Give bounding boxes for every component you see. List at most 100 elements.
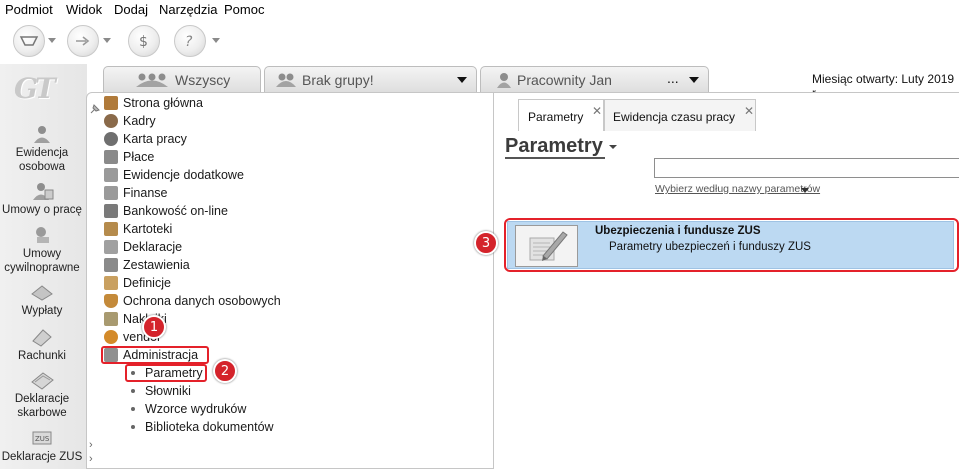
tree-item-karta-pracy[interactable]: Karta pracy: [104, 130, 187, 148]
chevron-right-icon[interactable]: ›: [89, 453, 93, 465]
declaration-icon: [104, 240, 118, 254]
tab-ewidencja-czasu-pracy[interactable]: Ewidencja czasu pracy ✕: [604, 99, 756, 131]
tree-label: Definicje: [123, 276, 171, 290]
group-icon: [276, 73, 296, 87]
bill-icon: [32, 329, 52, 347]
bank-icon: [104, 204, 118, 218]
help-dropdown-icon[interactable]: [212, 38, 220, 43]
tree-item-deklaracje[interactable]: Deklaracje: [104, 238, 182, 256]
menu-widok[interactable]: Widok: [66, 2, 102, 17]
tree-item-strona-glowna[interactable]: Strona główna: [104, 94, 203, 112]
menu-narzedzia[interactable]: Narzędzia: [159, 2, 218, 17]
tree-label: Strona główna: [123, 96, 203, 110]
tab-label: Brak grupy!: [302, 72, 374, 88]
tree-item-kadry[interactable]: Kadry: [104, 112, 156, 130]
close-icon[interactable]: ✕: [592, 104, 602, 118]
tab-label: Ewidencja czasu pracy: [613, 110, 736, 124]
tree-item-ewidencje-dodatkowe[interactable]: Ewidencje dodatkowe: [104, 166, 244, 184]
main-content: Parametry ✕ Ewidencja czasu pracy ✕ Para…: [474, 92, 959, 469]
finance-icon: [104, 186, 118, 200]
navigate-dropdown-icon[interactable]: [48, 38, 56, 43]
civil-contract-icon: [36, 227, 49, 243]
forward-dropdown-icon[interactable]: [103, 38, 111, 43]
tab-parametry[interactable]: Parametry ✕: [518, 99, 604, 131]
employee-more-button[interactable]: ...: [667, 70, 679, 86]
records-icon: [104, 168, 118, 182]
tree-item-ochrona-danych[interactable]: Ochrona danych osobowych: [104, 292, 281, 310]
nav-ewidencja-osobowa[interactable]: Ewidencja osobowa: [0, 124, 84, 174]
tree-label: Płace: [123, 150, 155, 164]
nav-deklaracje-zus[interactable]: ZUS Deklaracje ZUS: [0, 428, 84, 464]
menu-pomoc[interactable]: Pomoc: [224, 2, 264, 17]
tree-subitem-biblioteka-dokumentow[interactable]: Biblioteka dokumentów: [131, 418, 274, 436]
nav-label: Rachunki: [18, 350, 66, 362]
zus-icon: ZUS: [32, 431, 52, 445]
tree-item-place[interactable]: Płace: [104, 148, 154, 166]
nav-label: Deklaracje skarbowe: [14, 393, 70, 419]
chevron-down-icon[interactable]: [457, 77, 467, 83]
app-logo: GT: [14, 72, 56, 105]
search-input[interactable]: [654, 158, 959, 178]
nav-deklaracje-skarbowe[interactable]: Deklaracje skarbowe: [0, 370, 84, 420]
tab-label: Parametry: [528, 110, 584, 124]
tree-item-zestawienia[interactable]: Zestawienia: [104, 256, 190, 274]
nav-label: Wypłaty: [21, 305, 63, 317]
close-icon[interactable]: ✕: [744, 104, 754, 118]
navigate-icon[interactable]: [13, 25, 45, 57]
report-icon: [104, 258, 118, 272]
tree-label: Wzorce wydruków: [145, 402, 247, 416]
pin-icon[interactable]: [89, 103, 101, 115]
tab-label: Wszyscy: [175, 72, 231, 88]
tab-label: Pracownity Jan: [517, 72, 612, 88]
chevron-down-icon[interactable]: [801, 188, 809, 193]
sticker-icon: [104, 312, 118, 326]
left-navigation: GT Ewidencja osobowa Umowy o pracę Umowy…: [0, 64, 87, 469]
folder-icon: [104, 222, 118, 236]
tree-label: Karta pracy: [123, 132, 187, 146]
tree-label: Słowniki: [145, 384, 191, 398]
tree-item-finanse[interactable]: Finanse: [104, 184, 167, 202]
bullet-icon: [131, 407, 135, 411]
bullet-icon: [131, 425, 135, 429]
money-icon: [104, 150, 118, 164]
menu-dodaj[interactable]: Dodaj: [114, 2, 148, 17]
page-title[interactable]: Parametry: [505, 135, 605, 159]
chevron-down-icon[interactable]: [609, 145, 617, 149]
chevron-right-icon[interactable]: ›: [89, 439, 93, 451]
chevron-down-icon[interactable]: [689, 77, 699, 83]
month-label: Miesiąc otwarty:: [812, 72, 899, 86]
filter-hint-link[interactable]: Wybierz według nazwy parametrów: [655, 183, 820, 195]
nav-rachunki[interactable]: Rachunki: [0, 327, 84, 363]
forward-icon[interactable]: [67, 25, 99, 57]
tree-subitem-slowniki[interactable]: Słowniki: [131, 382, 191, 400]
tree-subitem-wzorce-wydrukow[interactable]: Wzorce wydruków: [131, 400, 246, 418]
tree-label: Bankowość on-line: [123, 204, 228, 218]
nav-umowy-o-prace[interactable]: Umowy o pracę: [0, 181, 84, 217]
help-icon[interactable]: ?: [174, 25, 206, 57]
tab-brak-grupy[interactable]: Brak grupy!: [264, 66, 477, 92]
tree-item-kartoteki[interactable]: Kartoteki: [104, 220, 172, 238]
home-icon: [104, 96, 118, 110]
tab-employee[interactable]: Pracownity Jan ...: [480, 66, 709, 92]
nav-wyplaty[interactable]: Wypłaty: [0, 282, 84, 318]
svg-text:$: $: [139, 34, 148, 50]
definitions-icon: [104, 276, 118, 290]
shield-icon: [104, 294, 118, 308]
svg-text:?: ?: [185, 34, 193, 50]
tab-wszyscy[interactable]: Wszyscy: [103, 66, 261, 92]
group-people-icon: [136, 73, 168, 87]
clock-icon: [104, 132, 118, 146]
money-icon[interactable]: $: [128, 25, 160, 57]
nav-umowy-cywilnoprawne[interactable]: Umowy cywilnoprawne: [0, 225, 84, 275]
group-tab-bar: Wszyscy Brak grupy! Pracownity Jan ... M…: [100, 66, 959, 100]
highlight-administracja: [101, 346, 209, 364]
person-icon: [497, 73, 511, 88]
tree-label: Kadry: [123, 114, 156, 128]
contract-icon: [33, 183, 54, 200]
tree-item-definicje[interactable]: Definicje: [104, 274, 171, 292]
nav-label: Umowy o pracę: [2, 204, 82, 216]
tax-declaration-icon: [31, 372, 54, 390]
tree-label: Deklaracje: [123, 240, 183, 254]
menu-podmiot[interactable]: Podmiot: [5, 2, 53, 17]
tree-item-bankowosc[interactable]: Bankowość on-line: [104, 202, 228, 220]
